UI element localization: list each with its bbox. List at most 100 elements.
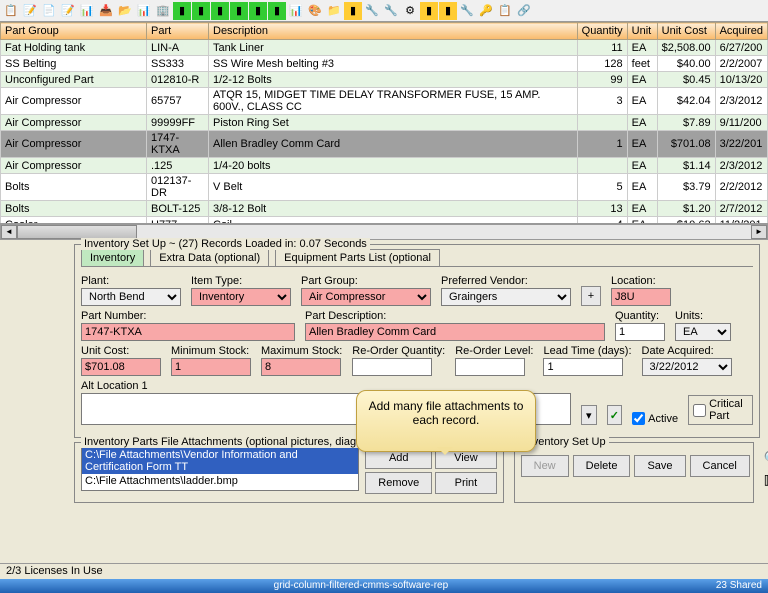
table-row[interactable]: Bolts012137-DRV Belt5EA$3.792/2/2012 — [1, 174, 768, 201]
cell[interactable]: 1/2-12 Bolts — [209, 72, 578, 88]
cell[interactable]: 2/7/2012 — [715, 201, 767, 217]
cell[interactable]: 012137-DR — [147, 174, 209, 201]
barcode-icon[interactable]: ▥ — [764, 471, 768, 488]
cell[interactable]: 99 — [577, 72, 627, 88]
toolbar-btn-3[interactable]: 📝 — [59, 2, 77, 20]
cell[interactable]: 2/2/2012 — [715, 174, 767, 201]
toolbar-btn-22[interactable]: ▮ — [420, 2, 438, 20]
cell[interactable]: $2,508.00 — [657, 40, 715, 56]
toolbar-btn-10[interactable]: ▮ — [192, 2, 210, 20]
units-select[interactable]: EA — [675, 323, 731, 341]
toolbar-btn-9[interactable]: ▮ — [173, 2, 191, 20]
save-button[interactable]: Save — [634, 455, 685, 477]
tab-inventory[interactable]: Inventory — [81, 249, 144, 266]
cell[interactable]: 6/27/200 — [715, 40, 767, 56]
cell[interactable]: 2/2/2007 — [715, 56, 767, 72]
cell[interactable] — [577, 158, 627, 174]
cell[interactable]: SS Belting — [1, 56, 147, 72]
delete-button[interactable]: Delete — [573, 455, 631, 477]
toolbar-btn-12[interactable]: ▮ — [230, 2, 248, 20]
cell[interactable]: 10/13/20 — [715, 72, 767, 88]
cell[interactable]: 9/11/200 — [715, 115, 767, 131]
critical-checkbox-label[interactable]: Critical Part — [688, 395, 753, 425]
cell[interactable]: $40.00 — [657, 56, 715, 72]
tab-equipment-parts[interactable]: Equipment Parts List (optional — [275, 249, 440, 266]
cell[interactable]: Cooler — [1, 217, 147, 225]
cell[interactable]: feet — [627, 56, 657, 72]
cell[interactable]: LIN-A — [147, 40, 209, 56]
unitcost-input[interactable] — [81, 358, 161, 376]
cell[interactable]: 99999FF — [147, 115, 209, 131]
cell[interactable]: EA — [627, 201, 657, 217]
plant-select[interactable]: North Bend — [81, 288, 181, 306]
cell[interactable]: EA — [627, 217, 657, 225]
cell[interactable]: 1/4-20 bolts — [209, 158, 578, 174]
cell[interactable]: .125 — [147, 158, 209, 174]
cell[interactable]: 3/22/201 — [715, 131, 767, 158]
reorderqty-input[interactable] — [352, 358, 432, 376]
toolbar-btn-23[interactable]: ▮ — [439, 2, 457, 20]
active-checkbox[interactable] — [632, 412, 645, 425]
table-row[interactable]: BoltsBOLT-1253/8-12 Bolt13EA$1.202/7/201… — [1, 201, 768, 217]
cell[interactable]: EA — [627, 72, 657, 88]
minstock-input[interactable] — [171, 358, 251, 376]
cell[interactable]: 2/3/2012 — [715, 88, 767, 115]
toolbar-btn-4[interactable]: 📊 — [78, 2, 96, 20]
cell[interactable]: $10.62 — [657, 217, 715, 225]
table-row[interactable]: Air Compressor99999FFPiston Ring SetEA$7… — [1, 115, 768, 131]
cell[interactable]: EA — [627, 131, 657, 158]
cell[interactable]: EA — [627, 174, 657, 201]
cell[interactable]: 3 — [577, 88, 627, 115]
altloc-dropdown-button[interactable]: ▾ — [581, 405, 597, 425]
cell[interactable]: EA — [627, 158, 657, 174]
partnum-input[interactable] — [81, 323, 295, 341]
toolbar-btn-19[interactable]: 🔧 — [363, 2, 381, 20]
cell[interactable]: EA — [627, 40, 657, 56]
itemtype-select[interactable]: Inventory — [191, 288, 291, 306]
cell[interactable]: SS333 — [147, 56, 209, 72]
cell[interactable]: 128 — [577, 56, 627, 72]
cell[interactable]: 4 — [577, 217, 627, 225]
cell[interactable]: Unconfigured Part — [1, 72, 147, 88]
cell[interactable]: $1.20 — [657, 201, 715, 217]
critical-checkbox[interactable] — [693, 404, 706, 417]
cell[interactable]: 11/2/201 — [715, 217, 767, 225]
cell[interactable]: BOLT-125 — [147, 201, 209, 217]
cell[interactable]: $0.45 — [657, 72, 715, 88]
table-row[interactable]: Air Compressor65757ATQR 15, MIDGET TIME … — [1, 88, 768, 115]
cell[interactable]: V Belt — [209, 174, 578, 201]
remove-attachment-button[interactable]: Remove — [365, 472, 432, 494]
cell[interactable] — [577, 115, 627, 131]
cell[interactable]: Air Compressor — [1, 115, 147, 131]
cell[interactable]: Air Compressor — [1, 88, 147, 115]
cell[interactable]: Air Compressor — [1, 131, 147, 158]
cell[interactable]: 1 — [577, 131, 627, 158]
cell[interactable]: 3/8-12 Bolt — [209, 201, 578, 217]
prefvendor-select[interactable]: Graingers — [441, 288, 571, 306]
cell[interactable]: EA — [627, 115, 657, 131]
cell[interactable]: 65757 — [147, 88, 209, 115]
attachment-item-0[interactable]: C:\File Attachments\Vendor Information a… — [82, 448, 358, 474]
toolbar-btn-17[interactable]: 📁 — [325, 2, 343, 20]
toolbar-btn-0[interactable]: 📋 — [2, 2, 20, 20]
toolbar-btn-13[interactable]: ▮ — [249, 2, 267, 20]
toolbar-btn-27[interactable]: 🔗 — [515, 2, 533, 20]
cell[interactable]: $1.14 — [657, 158, 715, 174]
col-acquired[interactable]: Acquired — [715, 23, 767, 40]
table-row[interactable]: Unconfigured Part012810-R1/2-12 Bolts99E… — [1, 72, 768, 88]
maxstock-input[interactable] — [261, 358, 341, 376]
cell[interactable]: H777 — [147, 217, 209, 225]
cell[interactable]: Air Compressor — [1, 158, 147, 174]
cell[interactable]: ATQR 15, MIDGET TIME DELAY TRANSFORMER F… — [209, 88, 578, 115]
toolbar-btn-11[interactable]: ▮ — [211, 2, 229, 20]
table-row[interactable]: CoolerH777Coil4EA$10.6211/2/201 — [1, 217, 768, 225]
cell[interactable]: Coil — [209, 217, 578, 225]
cell[interactable]: Tank Liner — [209, 40, 578, 56]
inventory-grid[interactable]: Part Group Part Description Quantity Uni… — [0, 22, 768, 224]
toolbar-btn-21[interactable]: ⚙ — [401, 2, 419, 20]
toolbar-btn-15[interactable]: 📊 — [287, 2, 305, 20]
cell[interactable]: 012810-R — [147, 72, 209, 88]
toolbar-btn-8[interactable]: 🏢 — [154, 2, 172, 20]
cell[interactable]: 11 — [577, 40, 627, 56]
active-checkbox-label[interactable]: Active — [632, 412, 678, 425]
